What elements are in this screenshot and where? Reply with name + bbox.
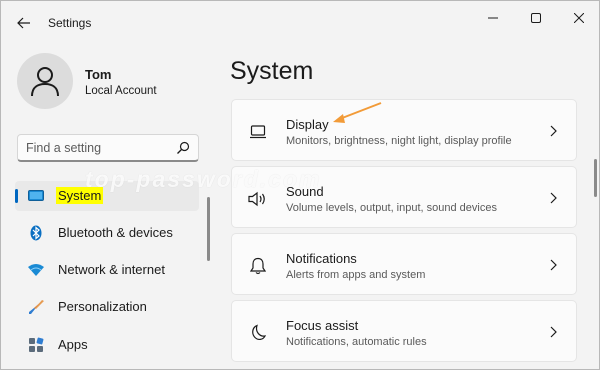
card-title: Notifications [286,251,357,266]
sidebar-item-apps[interactable]: Apps [15,330,199,360]
watermark: top-password.com [85,166,322,192]
card-focus-assist[interactable]: Focus assist Notifications, automatic ru… [231,300,577,362]
sidebar-item-personalization[interactable]: Personalization [15,292,199,322]
user-icon [31,67,59,97]
annotation-arrow-icon [333,102,382,123]
close-button[interactable] [564,7,594,29]
account-type: Local Account [85,85,157,97]
sidebar-item-bluetooth[interactable]: Bluetooth & devices [15,218,199,248]
card-description: Monitors, brightness, night light, displ… [286,135,512,147]
sidebar-item-label: Personalization [58,299,147,314]
sidebar-item-label: Bluetooth & devices [58,225,173,240]
title-bar: Settings [1,1,599,45]
display-icon [248,122,268,142]
sidebar-scrollbar[interactable] [207,197,210,261]
maximize-icon [531,13,541,23]
bell-icon [248,256,268,276]
search-box[interactable] [17,134,199,162]
page-title: System [230,57,314,85]
card-display[interactable]: Display Monitors, brightness, night ligh… [231,99,577,161]
card-notifications[interactable]: Notifications Alerts from apps and syste… [231,233,577,295]
card-description: Notifications, automatic rules [286,336,427,348]
moon-icon [248,323,268,343]
minimize-button[interactable] [478,7,508,29]
card-description: Alerts from apps and system [286,269,426,281]
card-title: Display [286,117,329,132]
user-name: Tom [85,67,112,82]
close-icon [574,13,584,23]
brush-icon [28,299,44,315]
sidebar-item-label: Network & internet [58,262,165,277]
sidebar-item-network[interactable]: Network & internet [15,255,199,285]
monitor-icon [28,188,44,204]
selection-indicator [15,189,18,203]
app-title: Settings [48,16,92,30]
settings-window: Settings Tom Local Account Find a settin… [0,0,600,370]
sidebar-item-label: Apps [58,337,88,352]
card-title: Focus assist [286,318,359,333]
search-input[interactable] [26,139,174,157]
search-icon[interactable] [176,141,190,155]
apps-icon [28,337,44,353]
card-description: Volume levels, output, input, sound devi… [286,202,497,214]
chevron-right-icon [550,192,557,204]
back-button[interactable] [13,12,35,34]
maximize-button[interactable] [521,7,551,29]
wifi-icon [28,262,44,278]
minimize-icon [488,17,498,19]
chevron-right-icon [550,259,557,271]
avatar[interactable] [17,53,73,109]
bluetooth-icon [28,225,44,241]
chevron-right-icon [550,125,557,137]
chevron-right-icon [550,326,557,338]
back-arrow-icon [17,17,30,29]
main-scrollbar[interactable] [594,159,597,197]
